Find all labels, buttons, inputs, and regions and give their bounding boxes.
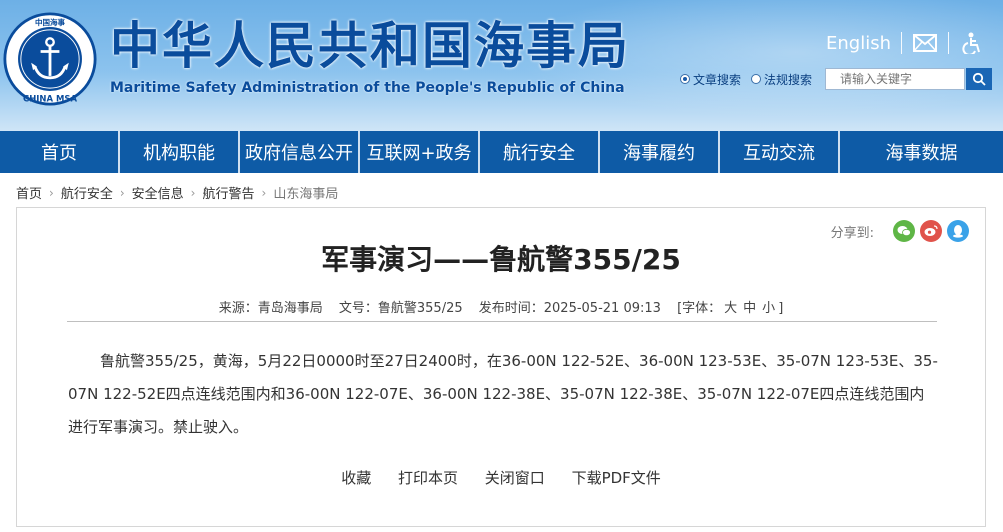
search-icon [972,72,986,86]
breadcrumb-item-safety-info[interactable]: 安全信息 [132,183,184,202]
msa-emblem-logo[interactable]: 中国海事 CHINA MSA [3,12,97,106]
article-title: 军事演习——鲁航警355/25 [321,243,681,276]
favorite-link[interactable]: 收藏 [341,469,371,487]
search-option-article[interactable]: 文章搜索 [680,71,741,88]
nav-item-gov-info[interactable]: 政府信息公开 [240,131,360,173]
download-pdf-link[interactable]: 下载PDF文件 [572,469,661,487]
article-actions: 收藏 打印本页 关闭窗口 下载PDF文件 [17,467,985,488]
chevron-right-icon: › [119,185,125,200]
nav-item-compliance[interactable]: 海事履约 [600,131,720,173]
chevron-right-icon: › [49,185,54,200]
emblem-text-bottom: CHINA MSA [23,93,77,103]
site-header: 中国海事 CHINA MSA 中华人民共和国海事局 Maritime Safet… [0,0,1003,131]
chevron-right-icon: › [261,185,267,200]
search-input[interactable] [825,68,966,90]
article-publish-time: 发布时间：2025-05-21 09:13 [478,301,661,316]
breadcrumb-item-navigation-warning[interactable]: 航行警告 [202,183,254,202]
search-option-regulation-label: 法规搜索 [764,72,813,87]
search-button[interactable] [966,68,993,90]
print-link[interactable]: 打印本页 [398,469,458,487]
english-link[interactable]: English [826,33,891,54]
nav-item-home[interactable]: 首页 [0,131,120,173]
nav-item-navigation-safety[interactable]: 航行安全 [480,131,600,173]
search-option-article-label: 文章搜索 [693,72,742,87]
font-size-small[interactable]: 小 [762,301,775,316]
article-meta: 来源：青岛海事局 文号：鲁航警355/25 发布时间：2025-05-21 09… [17,297,985,316]
divider [901,32,902,54]
mail-icon[interactable] [912,32,938,54]
font-size-label: [字体： [677,301,722,316]
radio-unselected-icon [751,74,762,84]
font-size-large[interactable]: 大 [724,301,737,316]
breadcrumb-item-home[interactable]: 首页 [16,183,42,202]
top-links: English [826,32,985,54]
site-title-english: Maritime Safety Administration of the Pe… [110,80,625,96]
article-doc-number: 文号：鲁航警355/25 [338,301,463,316]
nav-item-interaction[interactable]: 互动交流 [720,131,840,173]
breadcrumb-item-shandong-msa[interactable]: 山东海事局 [273,183,338,202]
nav-item-organization[interactable]: 机构职能 [120,131,240,173]
radio-selected-icon [680,74,690,84]
divider [948,32,949,54]
nav-item-data[interactable]: 海事数据 [840,131,1003,173]
article-body: 鲁航警355/25，黄海，5月22日0000时至27日2400时，在36-00N… [68,352,938,436]
font-size-switcher: [字体：大中小] [677,301,783,316]
nav-item-internet-gov[interactable]: 互联网+政务 [360,131,480,173]
meta-divider [67,321,937,322]
site-title-chinese: 中华人民共和国海事局 [110,17,630,75]
emblem-text-top: 中国海事 [35,17,66,27]
chevron-right-icon: › [190,185,196,200]
breadcrumb-item-navigation-safety[interactable]: 航行安全 [61,183,113,202]
font-size-medium[interactable]: 中 [743,301,756,316]
search-option-regulation[interactable]: 法规搜索 [751,71,812,88]
accessibility-icon[interactable] [959,32,985,54]
breadcrumb: 首页 › 航行安全 › 安全信息 › 航行警告 › 山东海事局 [16,183,338,203]
font-size-close: ] [778,301,784,316]
main-navigation: 首页 机构职能 政府信息公开 互联网+政务 航行安全 海事履约 互动交流 海事数… [0,131,1003,173]
article-panel: 分享到: 军事演习——鲁航警355/25 来源：青岛海事局 文号：鲁航警355/… [16,207,986,527]
article-source: 来源：青岛海事局 [218,301,323,316]
search-bar: 文章搜索 法规搜索 [680,68,993,90]
close-window-link[interactable]: 关闭窗口 [485,469,545,487]
